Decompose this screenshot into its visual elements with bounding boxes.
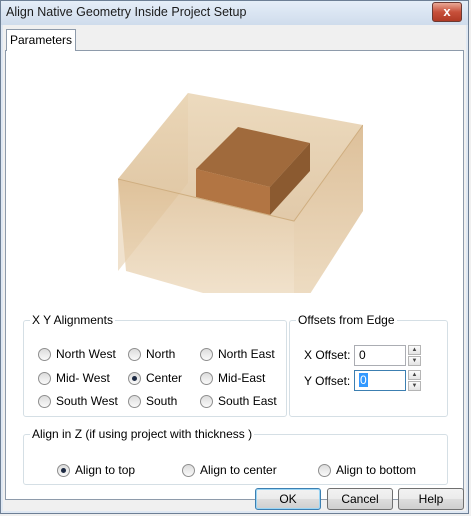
dialog-window: Align Native Geometry Inside Project Set…	[0, 0, 469, 514]
radio-label: Align to bottom	[336, 463, 417, 477]
title-bar[interactable]: Align Native Geometry Inside Project Set…	[1, 1, 468, 25]
up-arrow-icon[interactable]: ▲	[408, 345, 421, 355]
x-offset-value: 0	[359, 348, 366, 362]
radio-mid-east[interactable]: Mid-East	[200, 371, 265, 385]
parameters-panel: X Y Alignments North West North North Ea…	[5, 50, 464, 500]
y-offset-label: Y Offset:	[304, 374, 351, 388]
radio-circle	[128, 347, 141, 361]
x-offset-spinner[interactable]: ▲ ▼	[408, 345, 421, 366]
radio-south[interactable]: South	[128, 394, 177, 408]
xy-alignments-legend: X Y Alignments	[32, 313, 113, 327]
radio-label: Mid-East	[218, 371, 266, 385]
radio-circle	[38, 394, 51, 408]
radio-label: North	[146, 347, 176, 361]
radio-align-center[interactable]: Align to center	[182, 463, 277, 477]
radio-north-east[interactable]: North East	[200, 347, 275, 361]
align-z-legend: Align in Z (if using project with thickn…	[32, 427, 253, 441]
down-arrow-icon[interactable]: ▼	[408, 381, 421, 391]
radio-circle	[38, 371, 51, 385]
radio-south-east[interactable]: South East	[200, 394, 277, 408]
xy-alignments-group: X Y Alignments North West North North Ea…	[23, 313, 287, 417]
radio-north[interactable]: North	[128, 347, 175, 361]
radio-label: North West	[56, 347, 116, 361]
radio-label: Mid- West	[56, 371, 110, 385]
radio-south-west[interactable]: South West	[38, 394, 118, 408]
radio-label: South West	[56, 394, 118, 408]
offsets-group: Offsets from Edge X Offset: 0 ▲ ▼ Y Offs…	[289, 313, 448, 417]
tab-parameters[interactable]: Parameters	[6, 29, 76, 51]
radio-circle	[318, 463, 331, 477]
geometry-preview-illustration	[118, 93, 363, 293]
radio-label: Align to center	[200, 463, 277, 477]
radio-circle	[200, 394, 213, 408]
radio-label: South East	[218, 394, 277, 408]
help-button[interactable]: Help	[398, 488, 464, 510]
cancel-button[interactable]: Cancel	[327, 488, 393, 510]
radio-align-top[interactable]: Align to top	[57, 463, 135, 477]
radio-circle	[128, 394, 141, 408]
y-offset-input[interactable]: 0	[354, 370, 406, 391]
close-button[interactable]: x	[432, 2, 462, 22]
x-offset-input[interactable]: 0	[354, 345, 406, 366]
offsets-legend: Offsets from Edge	[298, 313, 395, 327]
window-title: Align Native Geometry Inside Project Set…	[6, 5, 247, 19]
radio-north-west[interactable]: North West	[38, 347, 116, 361]
radio-label: North East	[218, 347, 275, 361]
radio-label: Align to top	[75, 463, 136, 477]
radio-align-bottom[interactable]: Align to bottom	[318, 463, 416, 477]
align-z-group: Align in Z (if using project with thickn…	[23, 427, 448, 485]
radio-circle	[38, 347, 51, 361]
y-offset-value: 0	[359, 373, 368, 387]
radio-circle-selected	[128, 371, 141, 385]
radio-label: Center	[146, 371, 183, 385]
dialog-client: Parameters X Y Alignments North West Nor…	[3, 25, 466, 511]
radio-circle-selected	[57, 463, 70, 477]
close-icon: x	[443, 4, 451, 19]
ok-button[interactable]: OK	[255, 488, 321, 510]
radio-center[interactable]: Center	[128, 371, 182, 385]
up-arrow-icon[interactable]: ▲	[408, 370, 421, 380]
x-offset-label: X Offset:	[304, 348, 351, 362]
radio-circle	[182, 463, 195, 477]
down-arrow-icon[interactable]: ▼	[408, 356, 421, 366]
radio-circle	[200, 347, 213, 361]
radio-mid-west[interactable]: Mid- West	[38, 371, 110, 385]
y-offset-spinner[interactable]: ▲ ▼	[408, 370, 421, 391]
radio-circle	[200, 371, 213, 385]
radio-label: South	[146, 394, 178, 408]
